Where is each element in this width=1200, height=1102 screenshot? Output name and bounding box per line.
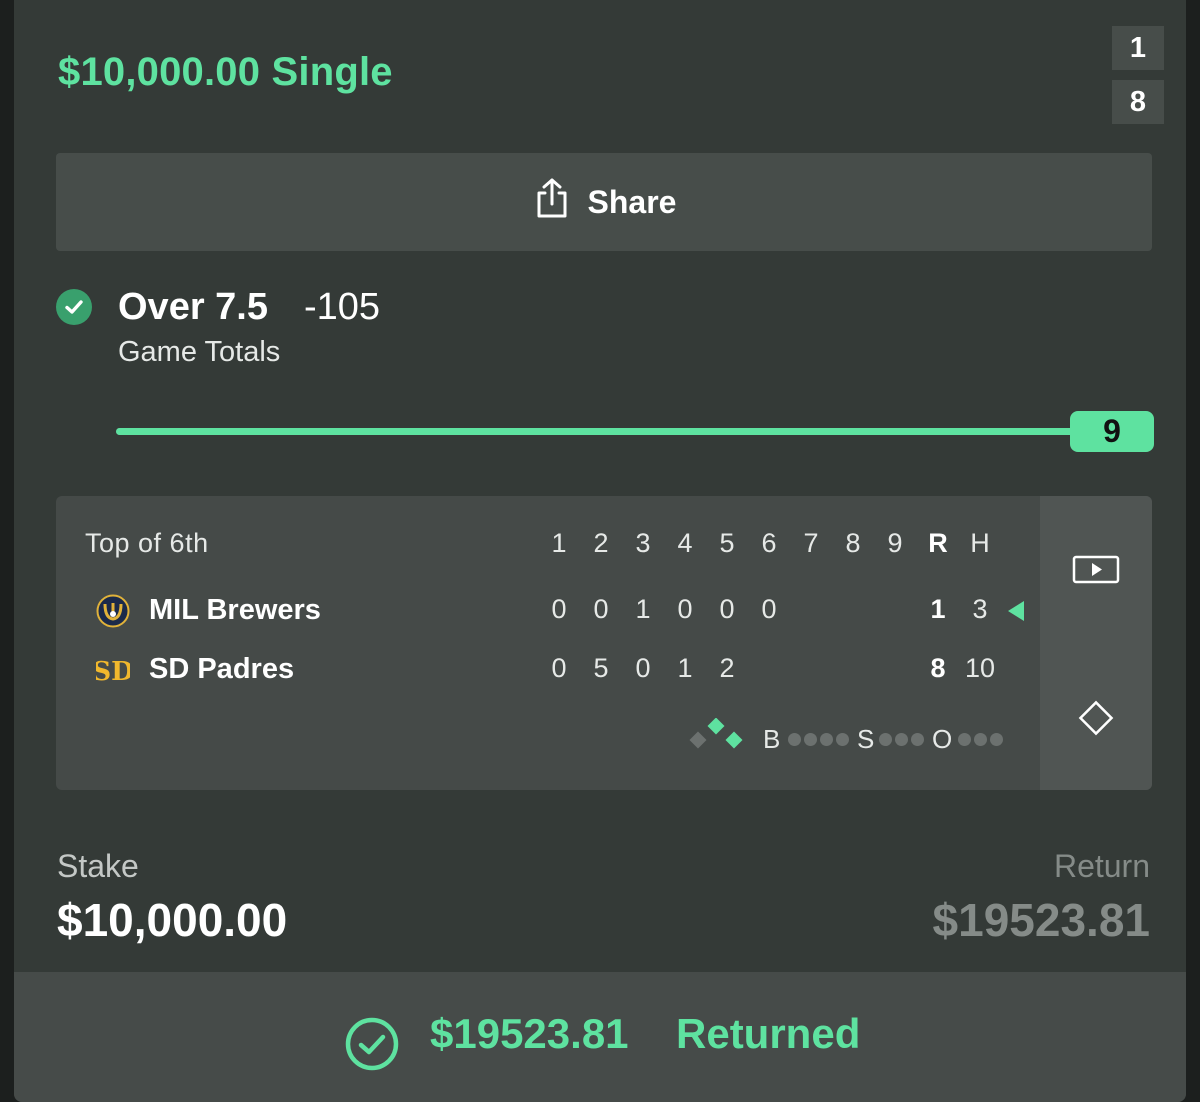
strike-dot <box>879 733 892 746</box>
hits-header: H <box>970 528 990 558</box>
ball-dot <box>788 733 801 746</box>
runs-header: R <box>928 528 948 558</box>
check-circle-icon <box>344 1016 400 1072</box>
sd-inning-1: 0 <box>551 653 567 683</box>
sd-inning-2: 5 <box>593 653 609 683</box>
sd-inning-3: 0 <box>635 653 651 683</box>
strike-dot <box>895 733 908 746</box>
returned-status: Returned <box>676 1010 861 1057</box>
share-label: Share <box>587 183 677 220</box>
total-progress-bar <box>116 428 1074 435</box>
sd-runs: 8 <box>930 653 946 683</box>
brewers-logo-icon <box>96 594 130 628</box>
field-view-icon[interactable] <box>1076 698 1116 738</box>
inning-header-8: 8 <box>845 528 861 558</box>
strike-dot <box>911 733 924 746</box>
return-value: $19523.81 <box>932 894 1150 946</box>
mil-inning-1: 0 <box>551 594 567 624</box>
score-badge-top: 1 <box>1112 26 1164 70</box>
balls-label: B <box>763 724 781 754</box>
stake-label: Stake <box>57 848 139 884</box>
scoreboard-side-panel <box>1040 496 1152 790</box>
sd-inning-5: 2 <box>719 653 735 683</box>
game-status: Top of 6th <box>85 528 209 558</box>
mil-inning-4: 0 <box>677 594 693 624</box>
share-icon <box>532 177 572 227</box>
strikes-label: S <box>857 724 875 754</box>
returned-amount: $19523.81 <box>430 1010 629 1057</box>
out-dot <box>958 733 971 746</box>
out-dot <box>974 733 987 746</box>
padres-logo-icon: SD <box>92 653 133 687</box>
bet-title: $10,000.00 Single <box>58 50 393 94</box>
out-dot <box>990 733 1003 746</box>
sd-hits: 10 <box>964 653 996 683</box>
mil-hits: 3 <box>972 594 988 624</box>
svg-text:SD: SD <box>96 657 130 687</box>
inning-header-2: 2 <box>593 528 609 558</box>
selection-odds: -105 <box>304 286 381 328</box>
inning-header-7: 7 <box>803 528 819 558</box>
inning-header-4: 4 <box>677 528 693 558</box>
inning-header-3: 3 <box>635 528 651 558</box>
inning-header-6: 6 <box>761 528 777 558</box>
team-name-sd: SD Padres <box>149 653 295 685</box>
bet-card: $10,000.00 Single 1 8 Share Over 7.5 -10… <box>14 0 1186 1102</box>
selection-market: Game Totals <box>118 336 281 368</box>
ball-dot <box>820 733 833 746</box>
mil-inning-3: 1 <box>635 594 651 624</box>
share-button[interactable]: Share <box>56 153 1152 251</box>
mil-inning-6: 0 <box>761 594 777 624</box>
settled-footer: $19523.81 Returned <box>14 972 1186 1102</box>
selection-won-check-icon <box>56 289 92 325</box>
inning-header-9: 9 <box>887 528 903 558</box>
watch-video-icon[interactable] <box>1072 555 1120 585</box>
ball-dot <box>836 733 849 746</box>
stake-value: $10,000.00 <box>57 894 288 946</box>
total-progress-fill <box>116 428 1074 435</box>
mil-inning-5: 0 <box>719 594 735 624</box>
ball-dot <box>804 733 817 746</box>
inning-header-5: 5 <box>719 528 735 558</box>
batting-indicator-icon <box>1008 601 1024 621</box>
return-label: Return <box>1053 848 1150 884</box>
mil-runs: 1 <box>930 594 946 624</box>
inning-header-1: 1 <box>551 528 567 558</box>
selection-name: Over 7.5 <box>118 286 268 328</box>
bases-diamond-icon <box>688 717 748 758</box>
team-name-mil: MIL Brewers <box>149 594 321 626</box>
sd-inning-4: 1 <box>677 653 693 683</box>
scoreboard: Top of 6th 1 2 3 4 5 6 7 8 9 R H MIL Bre… <box>56 496 1152 790</box>
score-badge-bottom: 8 <box>1112 80 1164 124</box>
mil-inning-2: 0 <box>593 594 609 624</box>
outs-label: O <box>932 724 953 754</box>
total-progress-value: 9 <box>1070 411 1154 452</box>
